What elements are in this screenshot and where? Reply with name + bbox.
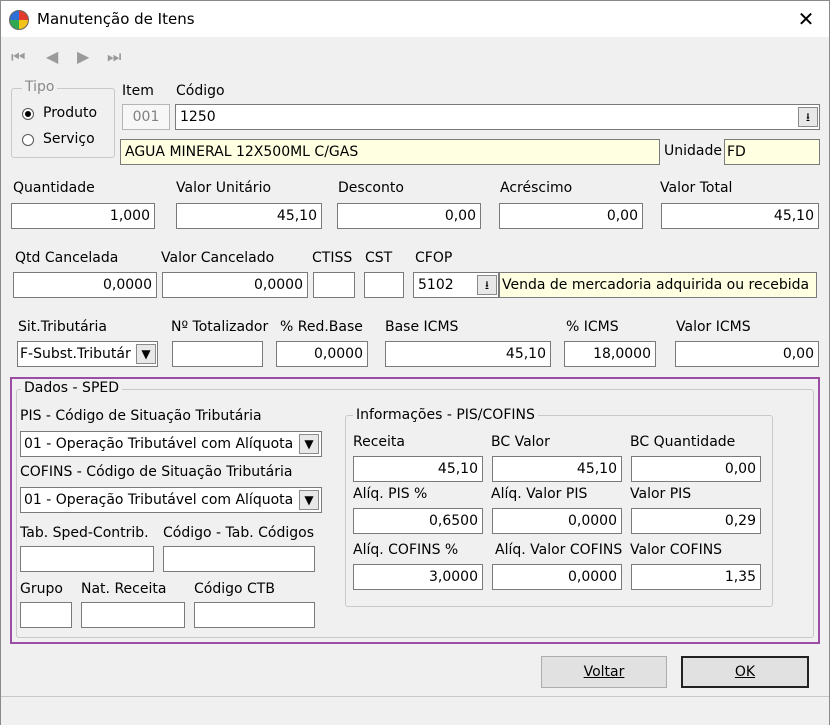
quantidade-label: Quantidade bbox=[13, 180, 95, 196]
codigo-ctb-field[interactable] bbox=[194, 602, 315, 628]
ok-button[interactable]: OK bbox=[681, 656, 809, 688]
totalizador-label: Nº Totalizador bbox=[171, 319, 269, 335]
pct-icms-field[interactable]: 18,0000 bbox=[564, 341, 656, 367]
red-base-field[interactable]: 0,0000 bbox=[276, 341, 368, 367]
valor-unitario-field[interactable]: 45,10 bbox=[176, 203, 322, 229]
valor-cofins-field[interactable]: 1,35 bbox=[631, 564, 761, 590]
bc-quantidade-label: BC Quantidade bbox=[630, 434, 736, 450]
receita-label: Receita bbox=[353, 434, 405, 450]
close-icon: ✕ bbox=[797, 7, 815, 31]
ctiss-label: CTISS bbox=[312, 250, 353, 266]
pis-cst-dropdown-icon[interactable]: ▼ bbox=[299, 434, 319, 454]
app-icon bbox=[9, 10, 29, 30]
nav-last-icon[interactable]: ⏭ bbox=[107, 47, 121, 67]
unidade-field: FD bbox=[724, 139, 820, 165]
valor-cancelado-label: Valor Cancelado bbox=[161, 250, 275, 266]
acrescimo-field[interactable]: 0,00 bbox=[499, 203, 643, 229]
cst-label: CST bbox=[365, 250, 393, 266]
cfop-lookup-button[interactable]: ⭳ bbox=[477, 275, 497, 295]
status-bar bbox=[1, 696, 829, 725]
bc-valor-field[interactable]: 45,10 bbox=[492, 456, 622, 482]
codigo-label: Código bbox=[176, 83, 225, 99]
grupo-label: Grupo bbox=[20, 581, 63, 597]
radio-servico-label: Serviço bbox=[43, 131, 95, 147]
cod-tab-label: Código - Tab. Códigos bbox=[163, 525, 314, 541]
aliq-valor-pis-field[interactable]: 0,0000 bbox=[492, 508, 622, 534]
codigo-field[interactable]: 1250 bbox=[175, 104, 820, 130]
cofins-cst-select[interactable]: 01 - Operação Tributável com Alíquota bbox=[20, 487, 322, 513]
pis-cst-label: PIS - Código de Situação Tributária bbox=[20, 408, 262, 424]
tipo-group bbox=[11, 88, 115, 158]
aliq-cofins-label: Alíq. COFINS % bbox=[353, 542, 459, 558]
item-label: Item bbox=[122, 83, 154, 99]
acrescimo-label: Acréscimo bbox=[500, 180, 573, 196]
pct-icms-label: % ICMS bbox=[566, 319, 619, 335]
base-icms-label: Base ICMS bbox=[385, 319, 459, 335]
aliq-pis-field[interactable]: 0,6500 bbox=[353, 508, 483, 534]
aliq-cofins-field[interactable]: 3,0000 bbox=[353, 564, 483, 590]
bc-valor-label: BC Valor bbox=[491, 434, 550, 450]
aliq-pis-label: Alíq. PIS % bbox=[353, 486, 428, 502]
aliq-valor-pis-label: Alíq. Valor PIS bbox=[491, 486, 588, 502]
valor-icms-field[interactable]: 0,00 bbox=[675, 341, 819, 367]
radio-produto-label: Produto bbox=[43, 105, 98, 121]
unidade-label: Unidade bbox=[664, 143, 722, 159]
valor-pis-label: Valor PIS bbox=[630, 486, 692, 502]
tipo-legend: Tipo bbox=[22, 79, 58, 95]
receita-field[interactable]: 45,10 bbox=[353, 456, 483, 482]
dialog-window: Manutenção de Itens ✕ ⏮ ◀ ▶ ⏭ Tipo Produ… bbox=[0, 0, 830, 725]
valor-pis-field[interactable]: 0,29 bbox=[631, 508, 761, 534]
codigo-description: AGUA MINERAL 12X500ML C/GAS bbox=[120, 139, 660, 165]
valor-icms-label: Valor ICMS bbox=[676, 319, 751, 335]
bc-quantidade-field[interactable]: 0,00 bbox=[631, 456, 761, 482]
cst-field[interactable] bbox=[364, 272, 404, 298]
cfop-description: Venda de mercadoria adquirida ou recebid… bbox=[499, 272, 817, 298]
ctiss-field[interactable] bbox=[313, 272, 355, 298]
cfop-label: CFOP bbox=[415, 250, 453, 266]
desconto-field[interactable]: 0,00 bbox=[337, 203, 481, 229]
voltar-button[interactable]: Voltar bbox=[541, 656, 667, 688]
radio-produto[interactable] bbox=[22, 108, 34, 120]
totalizador-field[interactable] bbox=[172, 341, 263, 367]
valor-unitario-label: Valor Unitário bbox=[176, 180, 272, 196]
nav-first-icon[interactable]: ⏮ bbox=[11, 47, 25, 67]
red-base-label: % Red.Base bbox=[280, 319, 363, 335]
cofins-cst-dropdown-icon[interactable]: ▼ bbox=[299, 490, 319, 510]
item-field: 001 bbox=[122, 104, 170, 130]
grupo-field[interactable] bbox=[20, 602, 72, 628]
codigo-ctb-label: Código CTB bbox=[194, 581, 275, 597]
codigo-lookup-button[interactable]: ⭳ bbox=[798, 107, 818, 127]
valor-cofins-label: Valor COFINS bbox=[630, 542, 723, 558]
nat-receita-label: Nat. Receita bbox=[81, 581, 167, 597]
valor-total-field[interactable]: 45,10 bbox=[661, 203, 819, 229]
voltar-button-label: Voltar bbox=[583, 664, 625, 680]
aliq-valor-cofins-field[interactable]: 0,0000 bbox=[492, 564, 622, 590]
nat-receita-field[interactable] bbox=[81, 602, 185, 628]
sit-tributaria-label: Sit.Tributária bbox=[18, 319, 107, 335]
desconto-label: Desconto bbox=[338, 180, 404, 196]
nav-prev-icon[interactable]: ◀ bbox=[46, 47, 58, 66]
qtd-cancelada-label: Qtd Cancelada bbox=[15, 250, 119, 266]
base-icms-field[interactable]: 45,10 bbox=[385, 341, 551, 367]
quantidade-field[interactable]: 1,000 bbox=[11, 203, 155, 229]
cod-tab-field[interactable] bbox=[163, 546, 315, 572]
qtd-cancelada-field[interactable]: 0,0000 bbox=[13, 272, 157, 298]
tab-sped-field[interactable] bbox=[20, 546, 154, 572]
title-bar: Manutenção de Itens ✕ bbox=[1, 1, 829, 37]
radio-servico[interactable] bbox=[22, 134, 34, 146]
close-button[interactable]: ✕ bbox=[783, 1, 829, 37]
pis-cst-select[interactable]: 01 - Operação Tributável com Alíquota bbox=[20, 431, 322, 457]
valor-total-label: Valor Total bbox=[660, 180, 733, 196]
aliq-valor-cofins-label: Alíq. Valor COFINS bbox=[495, 542, 623, 558]
sit-tributaria-dropdown-icon[interactable]: ▼ bbox=[136, 344, 156, 364]
sped-legend: Dados - SPED bbox=[21, 380, 123, 396]
pis-cofins-legend: Informações - PIS/COFINS bbox=[353, 407, 538, 423]
nav-next-icon[interactable]: ▶ bbox=[77, 47, 89, 66]
window-title: Manutenção de Itens bbox=[37, 10, 195, 28]
cofins-cst-label: COFINS - Código de Situação Tributária bbox=[20, 464, 293, 480]
tab-sped-label: Tab. Sped-Contrib. bbox=[20, 525, 149, 541]
ok-button-label: OK bbox=[734, 664, 756, 680]
valor-cancelado-field[interactable]: 0,0000 bbox=[162, 272, 308, 298]
